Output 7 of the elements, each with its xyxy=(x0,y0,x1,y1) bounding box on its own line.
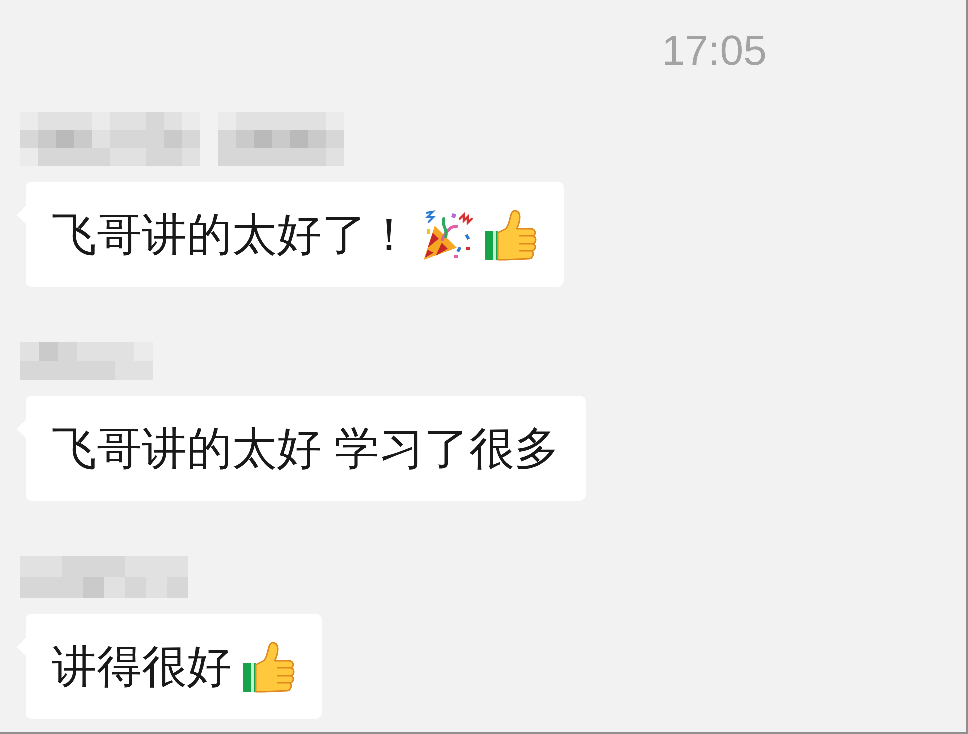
message-text: 飞哥讲的太好 学习了很多 xyxy=(52,426,560,471)
thumbs-up-icon xyxy=(242,640,296,692)
message-text: 讲得很好 xyxy=(52,644,232,689)
timestamp: 17:05 xyxy=(662,30,767,72)
message-text: 飞哥讲的太好了！ xyxy=(52,212,412,257)
thumbs-up-icon xyxy=(484,208,538,260)
party-popper-icon xyxy=(422,208,474,260)
